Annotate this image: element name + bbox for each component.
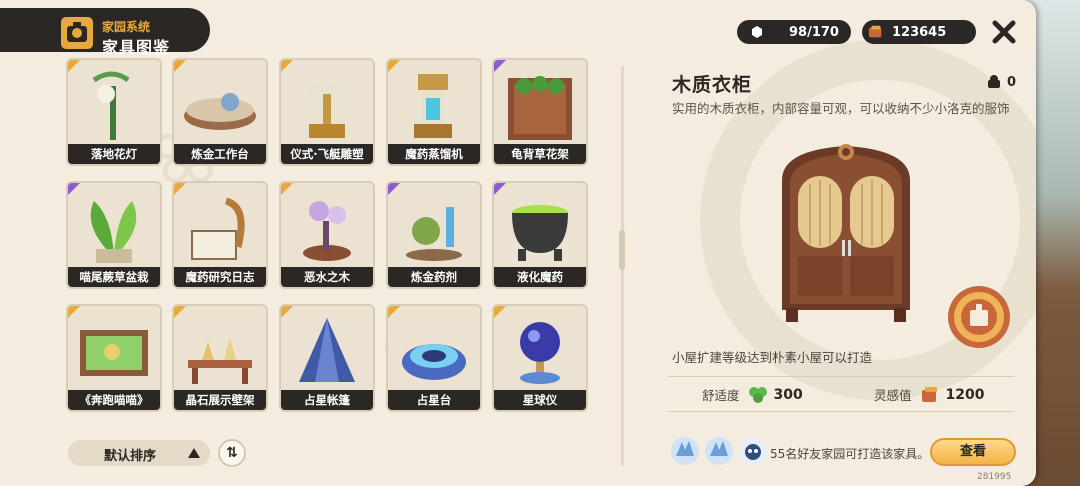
furniture-card-label: 晶石展示壁架 <box>174 390 266 410</box>
airship-statue-icon <box>285 64 369 144</box>
furniture-card-label: 占星台 <box>388 390 480 410</box>
friends-can-build-text: 55名好友家园可打造该家具。 <box>770 447 930 461</box>
alchemy-bench-icon <box>178 64 262 144</box>
friend-avatar-icon[interactable] <box>704 436 734 466</box>
furniture-card[interactable]: 恶水之木 <box>279 181 375 289</box>
user-id: 281995 <box>977 472 1012 482</box>
inspiration-stat: 灵感值 1200 <box>874 386 985 403</box>
bonsai-tree-icon <box>285 187 369 267</box>
furniture-card[interactable]: 液化魔药 <box>492 181 588 289</box>
wardrobe-preview-image <box>782 144 910 322</box>
furniture-box-icon <box>749 24 765 40</box>
sort-order-toggle[interactable]: ⇅ <box>218 439 246 467</box>
furniture-card[interactable]: 星球仪 <box>492 304 588 412</box>
furniture-card-label: 占星帐篷 <box>281 390 373 410</box>
furniture-card-label: 星球仪 <box>494 390 586 410</box>
coin-icon <box>868 24 884 40</box>
rarity-corner-icon <box>281 183 293 195</box>
furniture-card[interactable]: 《奔跑喵喵》 <box>66 304 162 412</box>
rarity-corner-icon <box>281 60 293 72</box>
furniture-card-label: 仪式·飞艇雕塑 <box>281 144 373 164</box>
distiller-icon <box>392 64 476 144</box>
owned-icon <box>988 75 1000 88</box>
item-description: 实用的木质衣柜，内部容量可观，可以收纳不少小洛克的服饰 <box>672 101 1010 116</box>
painting-icon <box>72 310 156 390</box>
friend-avatar-icon[interactable] <box>670 436 700 466</box>
capacity-value: 98/170 <box>789 24 839 40</box>
triangle-up-icon <box>188 448 200 458</box>
furniture-card[interactable]: 龟背草花架 <box>492 58 588 166</box>
close-icon <box>992 20 1016 44</box>
item-title: 木质衣柜 <box>672 74 753 96</box>
furniture-card[interactable]: 占星帐篷 <box>279 304 375 412</box>
capacity-counter: 98/170 <box>737 20 851 44</box>
friend-avatar-icon[interactable] <box>738 436 768 466</box>
astro-platform-icon <box>392 310 476 390</box>
rarity-corner-icon <box>388 60 400 72</box>
rarity-corner-icon <box>68 60 80 72</box>
rarity-corner-icon <box>281 306 293 318</box>
comfort-stat: 舒适度 300 <box>702 386 803 403</box>
rarity-corner-icon <box>388 183 400 195</box>
page-title: 家具图鉴 <box>102 38 171 57</box>
home-system-icon <box>58 14 96 52</box>
title-badge: 家园系统 家具图鉴 <box>0 8 210 57</box>
furniture-card-label: 魔药研究日志 <box>174 267 266 287</box>
rarity-corner-icon <box>494 183 506 195</box>
furniture-card[interactable]: 魔药蒸馏机 <box>386 58 482 166</box>
astro-tent-icon <box>285 310 369 390</box>
owned-count: 0 <box>986 74 1016 90</box>
inspiration-icon <box>921 386 937 402</box>
rarity-corner-icon <box>388 306 400 318</box>
furniture-card[interactable]: 占星台 <box>386 304 482 412</box>
plant-rack-icon <box>498 64 582 144</box>
furniture-card[interactable]: 炼金药剂 <box>386 181 482 289</box>
friend-avatars <box>670 436 772 466</box>
item-stats: 舒适度 300 灵感值 1200 <box>668 376 1014 412</box>
research-journal-icon <box>178 187 262 267</box>
view-button[interactable]: 查看 <box>930 438 1016 466</box>
furniture-card[interactable]: 仪式·飞艇雕塑 <box>279 58 375 166</box>
coin-counter: 123645 <box>862 20 976 44</box>
rarity-corner-icon <box>68 306 80 318</box>
crystal-shelf-icon <box>178 310 262 390</box>
furniture-card-label: 龟背草花架 <box>494 144 586 164</box>
orrery-icon <box>498 310 582 390</box>
furniture-card[interactable]: 喵尾蕨草盆栽 <box>66 181 162 289</box>
craftable-stamp-icon <box>948 286 1010 348</box>
furniture-card-label: 炼金药剂 <box>388 267 480 287</box>
potted-fern-icon <box>72 187 156 267</box>
furniture-card-label: 喵尾蕨草盆栽 <box>68 267 160 287</box>
sort-label: 默认排序 <box>104 449 157 464</box>
page-subtitle: 家园系统 <box>102 20 151 34</box>
furniture-card-label: 落地花灯 <box>68 144 160 164</box>
furniture-card[interactable]: 魔药研究日志 <box>172 181 268 289</box>
coin-value: 123645 <box>892 24 947 40</box>
sort-order-icon: ⇅ <box>226 445 238 461</box>
furniture-card[interactable]: 晶石展示壁架 <box>172 304 268 412</box>
rarity-corner-icon <box>68 183 80 195</box>
rarity-corner-icon <box>174 60 186 72</box>
furniture-card[interactable]: 炼金工作台 <box>172 58 268 166</box>
rarity-corner-icon <box>494 306 506 318</box>
craft-condition: 小屋扩建等级达到朴素小屋可以打造 <box>672 350 873 365</box>
furniture-card-label: 魔药蒸馏机 <box>388 144 480 164</box>
potion-bottles-icon <box>392 187 476 267</box>
furniture-card-label: 《奔跑喵喵》 <box>68 390 160 410</box>
furniture-card-label: 炼金工作台 <box>174 144 266 164</box>
comfort-icon <box>748 386 767 403</box>
furniture-card-label: 恶水之木 <box>281 267 373 287</box>
rarity-corner-icon <box>174 306 186 318</box>
flower-lamp-icon <box>72 64 156 144</box>
rarity-corner-icon <box>494 60 506 72</box>
furniture-card[interactable]: 落地花灯 <box>66 58 162 166</box>
scrollbar-thumb[interactable] <box>619 230 625 270</box>
cauldron-icon <box>498 187 582 267</box>
sort-dropdown[interactable]: 默认排序 <box>68 440 210 466</box>
close-button[interactable] <box>990 18 1018 46</box>
furniture-catalog-panel: ❀ ❀ 家园系统 家具图鉴 98/170 123645 落地花灯炼金工作台仪式·… <box>0 0 1036 486</box>
furniture-card-label: 液化魔药 <box>494 267 586 287</box>
rarity-corner-icon <box>174 183 186 195</box>
